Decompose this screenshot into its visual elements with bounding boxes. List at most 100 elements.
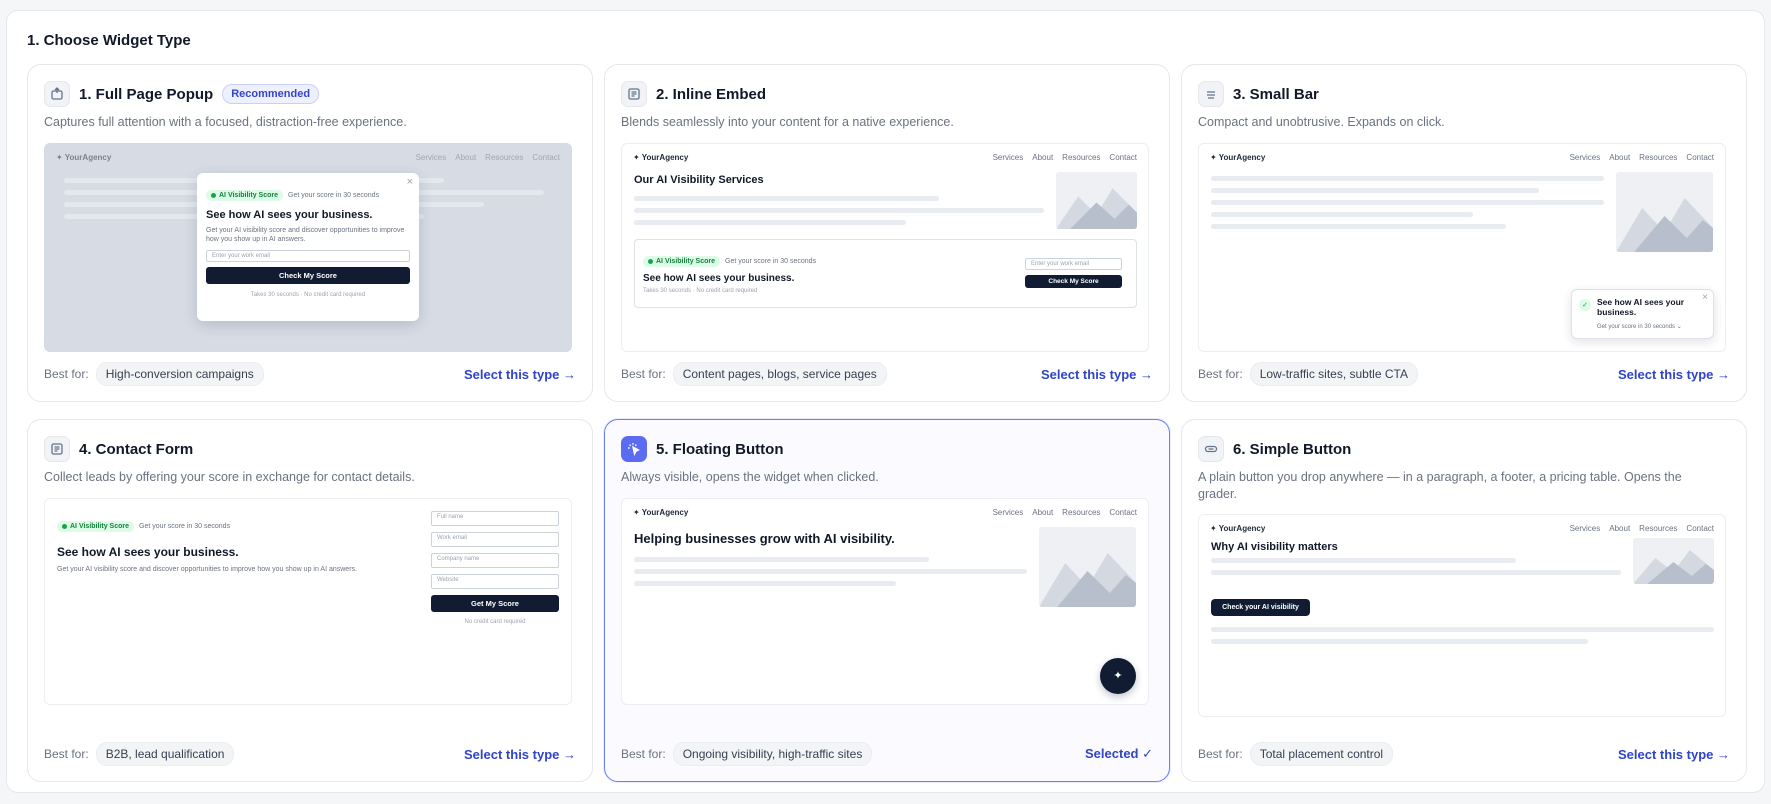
bar-icon <box>1198 81 1224 107</box>
click-icon <box>621 436 647 462</box>
mock-nav-item: About <box>455 153 477 162</box>
inline-widget-box: AI Visibility Score Get your score in 30 … <box>634 239 1137 308</box>
image-placeholder <box>1039 527 1136 607</box>
floating-action-button: ✦ <box>1100 658 1136 694</box>
select-type-link[interactable]: Select this type → <box>464 747 576 762</box>
best-for-label: Best for: <box>1198 367 1243 381</box>
company-name-field: Company name <box>431 553 559 568</box>
form-icon <box>44 436 70 462</box>
widget-card-floating-button[interactable]: 5. Floating Button Always visible, opens… <box>604 419 1170 782</box>
card-description: Blends seamlessly into your content for … <box>621 115 954 129</box>
simple-button-preview: ✦ YourAgency Services About Resources Contac… <box>1198 514 1726 717</box>
mock-nav-item: Services <box>992 508 1024 517</box>
select-type-link[interactable]: Select this type → <box>464 367 576 382</box>
popup-icon <box>44 81 70 107</box>
get-score-button: Get My Score <box>431 595 559 612</box>
popup-headline: See how AI sees your business. <box>206 209 373 221</box>
image-placeholder <box>1616 172 1713 252</box>
card-title: 6. Simple Button <box>1233 440 1352 458</box>
best-for-chip: Content pages, blogs, service pages <box>672 362 887 386</box>
pill-subtext: Get your score in 30 seconds <box>725 258 817 265</box>
form-headline: See how AI sees your business. <box>57 545 239 559</box>
widget-card-inline-embed[interactable]: 2. Inline Embed Blends seamlessly into y… <box>604 64 1170 402</box>
mock-nav-item: Contact <box>1109 508 1137 517</box>
check-icon: ✓ <box>1579 299 1591 311</box>
best-for-chip: Low-traffic sites, subtle CTA <box>1249 362 1418 386</box>
bar-subtext: Get your score in 30 seconds ⌄ <box>1597 324 1682 330</box>
mock-nav-item: Services <box>1569 524 1601 533</box>
close-icon: × <box>406 176 413 188</box>
check-visibility-button: Check your AI visibility <box>1211 599 1310 616</box>
mock-nav-item: About <box>1032 153 1054 162</box>
mock-nav-item: Resources <box>1062 508 1101 517</box>
card-description: Collect leads by offering your score in … <box>44 470 415 484</box>
pill-subtext: Get your score in 30 seconds <box>288 192 380 199</box>
best-for-chip: Total placement control <box>1249 742 1394 766</box>
mock-nav-item: About <box>1032 508 1054 517</box>
mock-logo: ✦ YourAgency <box>56 153 112 162</box>
card-title: 3. Small Bar <box>1233 85 1319 103</box>
best-for-label: Best for: <box>621 367 666 381</box>
full-name-field: Full name <box>431 511 559 526</box>
mock-nav-item: Resources <box>485 153 524 162</box>
best-for-label: Best for: <box>44 747 89 761</box>
image-placeholder <box>1056 172 1137 229</box>
best-for-label: Best for: <box>1198 747 1243 761</box>
bar-title: See how AI sees your business. <box>1597 297 1685 317</box>
small-bar-widget: ✓ × See how AI sees your business. Get y… <box>1571 289 1714 339</box>
mock-nav-item: About <box>1609 524 1631 533</box>
card-title: 2. Inline Embed <box>656 85 767 103</box>
mock-nav-item: Resources <box>1639 153 1678 162</box>
best-for-chip: B2B, lead qualification <box>95 742 235 766</box>
work-email-field: Work email <box>431 532 559 547</box>
document-icon <box>621 81 647 107</box>
small-bar-preview: ✦ YourAgency Services About Resources Contac… <box>1198 143 1726 352</box>
mock-nav-item: Services <box>992 153 1024 162</box>
popup-modal: × AI Visibility Score Get your score in 3… <box>197 173 419 321</box>
popup-body: Get your AI visibility score and discove… <box>206 227 405 244</box>
best-for-chip: Ongoing visibility, high-traffic sites <box>672 742 873 766</box>
selected-indicator[interactable]: Selected ✓ <box>1085 746 1153 762</box>
mock-nav-item: Contact <box>1686 153 1714 162</box>
mock-nav-item: Contact <box>1686 524 1714 533</box>
score-pill: AI Visibility Score <box>206 190 284 201</box>
select-type-link[interactable]: Select this type → <box>1041 367 1153 382</box>
best-for-label: Best for: <box>44 367 89 381</box>
best-for-chip: High-conversion campaigns <box>95 362 264 386</box>
image-placeholder <box>1633 538 1714 584</box>
widget-card-contact-form[interactable]: 4. Contact Form Collect leads by offerin… <box>27 419 593 782</box>
recommended-badge: Recommended <box>222 84 320 104</box>
mock-nav-item: Resources <box>1639 524 1678 533</box>
score-pill: AI Visibility Score <box>643 256 721 267</box>
mock-nav-item: Services <box>1569 153 1601 162</box>
website-field: Website <box>431 574 559 589</box>
button-icon <box>1198 436 1224 462</box>
inline-embed-preview: ✦ YourAgency Services About Resources Contac… <box>621 143 1149 352</box>
card-description: Compact and unobtrusive. Expands on clic… <box>1198 115 1445 129</box>
card-description: Captures full attention with a focused, … <box>44 115 407 129</box>
fine-print: Takes 30 seconds · No credit card requir… <box>250 292 366 299</box>
fine-print: No credit card required <box>464 619 526 625</box>
widget-card-full-page-popup[interactable]: 1. Full Page Popup Recommended Captures … <box>27 64 593 402</box>
widget-type-panel: 1. Choose Widget Type 1. Full Page Popup… <box>6 10 1765 793</box>
floating-button-preview: ✦ YourAgency Services About Resources Contac… <box>621 498 1149 705</box>
mock-logo: ✦ YourAgency <box>633 508 689 517</box>
widget-card-small-bar[interactable]: 3. Small Bar Compact and unobtrusive. Ex… <box>1181 64 1747 402</box>
mock-nav-item: Services <box>415 153 447 162</box>
mock-nav-item: Resources <box>1062 153 1101 162</box>
mock-logo: ✦ YourAgency <box>1210 524 1266 533</box>
card-title: 5. Floating Button <box>656 440 784 458</box>
select-type-link[interactable]: Select this type → <box>1618 747 1730 762</box>
mock-logo: ✦ YourAgency <box>1210 153 1266 162</box>
card-title: 4. Contact Form <box>79 440 194 458</box>
mock-nav-item: About <box>1609 153 1631 162</box>
mock-nav-item: Contact <box>1109 153 1137 162</box>
card-description: Always visible, opens the widget when cl… <box>621 470 879 484</box>
select-type-link[interactable]: Select this type → <box>1618 367 1730 382</box>
score-pill: AI Visibility Score <box>57 521 135 532</box>
card-title: 1. Full Page Popup <box>79 85 214 103</box>
widget-card-simple-button[interactable]: 6. Simple Button A plain button you drop… <box>1181 419 1747 782</box>
check-score-button: Check My Score <box>206 267 410 285</box>
email-input: Enter your work email <box>206 250 410 263</box>
mock-nav-item: Contact <box>532 153 560 162</box>
